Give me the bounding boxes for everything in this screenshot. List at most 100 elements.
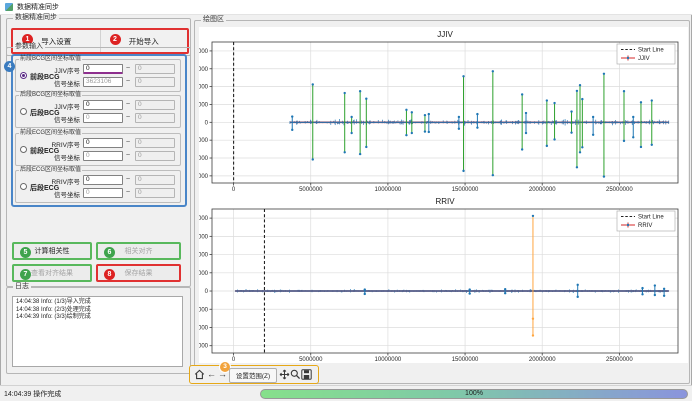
svg-text:15000000: 15000000 <box>452 187 479 193</box>
log-line: 14:04:38 Info: (2/3)处理完成 <box>16 307 179 315</box>
signal-coord-end-input[interactable] <box>135 113 175 123</box>
jjiv-index-end-input[interactable] <box>135 64 175 74</box>
param-section-front-ecg: 前段ECG区间坐标取值 前段ECG RRIV序号 ~ 信号坐标 ~ <box>15 133 181 166</box>
progress-bar: 100% <box>260 389 688 399</box>
svg-text:JJIV: JJIV <box>437 30 453 39</box>
log-line: 14:04:38 Info: (1/3)导入完成 <box>16 299 179 307</box>
view-align-result-label: 查看对齐结果 <box>31 268 73 278</box>
section-title: 后段BCG区间坐标取值 <box>19 92 82 99</box>
radio-rear-bcg[interactable] <box>20 108 27 115</box>
jjiv-index-start-input[interactable] <box>83 64 123 74</box>
row-label: RRIV序号 <box>46 139 80 149</box>
signal-coord-end-input[interactable] <box>135 77 175 87</box>
app-window: { "window": { "title": "数据精准同步" }, "left… <box>0 0 692 400</box>
params-frame: 4 前段BCG区间坐标取值 前段BCG JJIV序号 ~ 信号坐标 ~ 后段BC… <box>11 54 187 207</box>
pan-icon[interactable] <box>279 369 290 380</box>
status-bar: 14:04:39 操作完成 100% <box>0 385 692 401</box>
rriv-index-end-input[interactable] <box>135 175 175 185</box>
step-badge-7: 7 <box>20 269 31 280</box>
correlation-align-label: 相关对齐 <box>125 246 153 256</box>
log-group-label: 日志 <box>13 283 31 291</box>
radio-rear-ecg[interactable] <box>20 183 27 190</box>
range-separator: ~ <box>126 189 130 196</box>
home-icon[interactable] <box>194 369 205 380</box>
compute-correlation-label: 计算相关性 <box>35 246 70 256</box>
compute-correlation-button[interactable]: 5 计算相关性 <box>12 242 92 260</box>
status-message: 14:04:39 操作完成 <box>4 389 61 399</box>
row-label: 信号坐标 <box>46 78 80 88</box>
view-align-result-button[interactable]: 7 查看对齐结果 <box>12 264 92 282</box>
signal-coord-end-input[interactable] <box>135 151 175 161</box>
svg-text:0: 0 <box>232 357 236 363</box>
main-area: 数据精准同步 1 导入设置 2 开始导入 参数输入 4 前段BCG区间坐标取值 … <box>0 14 692 385</box>
step-badge-2: 2 <box>110 34 121 45</box>
svg-text:0: 0 <box>205 120 209 126</box>
app-icon <box>5 3 13 11</box>
plot-group: 绘图区 20000150001000050000-5000-10000-1500… <box>194 20 690 384</box>
save-icon[interactable] <box>301 369 312 380</box>
charts-svg[interactable]: 20000150001000050000-5000-10000-15000050… <box>199 27 688 363</box>
svg-text:-10000: -10000 <box>199 156 209 162</box>
svg-text:10000: 10000 <box>199 253 209 259</box>
svg-text:10000000: 10000000 <box>375 357 402 363</box>
signal-coord-start-input[interactable] <box>83 151 123 161</box>
svg-text:-15000: -15000 <box>199 174 209 180</box>
titlebar: 数据精准同步 <box>0 0 692 15</box>
log-line: 14:04:39 Info: (3/3)绘制完成 <box>16 314 179 322</box>
svg-text:25000000: 25000000 <box>606 187 633 193</box>
window-title: 数据精准同步 <box>17 2 59 12</box>
figure-canvas[interactable]: 20000150001000050000-5000-10000-15000050… <box>199 27 688 363</box>
params-group: 参数输入 4 前段BCG区间坐标取值 前段BCG JJIV序号 ~ 信号坐标 ~… <box>6 47 191 287</box>
param-section-front-bcg: 前段BCG区间坐标取值 前段BCG JJIV序号 ~ 信号坐标 ~ <box>15 59 181 92</box>
jjiv-index-end-input[interactable] <box>135 100 175 110</box>
row-label: 信号坐标 <box>46 152 80 162</box>
range-separator: ~ <box>126 152 130 159</box>
rriv-index-start-input[interactable] <box>83 175 123 185</box>
signal-coord-end-input[interactable] <box>135 188 175 198</box>
rriv-index-end-input[interactable] <box>135 138 175 148</box>
row-label: 信号坐标 <box>46 114 80 124</box>
svg-text:20000: 20000 <box>199 49 209 55</box>
svg-text:15000: 15000 <box>199 234 209 240</box>
radio-front-ecg[interactable] <box>20 146 27 153</box>
svg-text:5000000: 5000000 <box>299 357 323 363</box>
range-separator: ~ <box>126 78 130 85</box>
rriv-index-start-input[interactable] <box>83 138 123 148</box>
back-icon[interactable]: ← <box>206 369 217 380</box>
svg-text:10000000: 10000000 <box>375 187 402 193</box>
sync-group-label: 数据精准同步 <box>13 14 59 22</box>
svg-text:5000000: 5000000 <box>299 187 323 193</box>
set-range-button[interactable]: 设置范围(Z) <box>229 368 277 383</box>
svg-text:-10000: -10000 <box>199 325 209 331</box>
param-section-rear-bcg: 后段BCG区间坐标取值 后段BCG JJIV序号 ~ 信号坐标 ~ <box>15 95 181 128</box>
range-separator: ~ <box>126 101 130 108</box>
svg-text:0: 0 <box>205 289 209 295</box>
row-label: JJIV序号 <box>46 101 80 111</box>
start-import-label: 开始导入 <box>129 36 159 47</box>
svg-text:Start Line: Start Line <box>638 48 664 54</box>
param-section-rear-ecg: 后段ECG区间坐标取值 后段ECG RRIV序号 ~ 信号坐标 ~ <box>15 170 181 203</box>
signal-coord-start-input[interactable] <box>83 77 123 87</box>
section-title: 前段ECG区间坐标取值 <box>19 130 82 137</box>
save-result-button[interactable]: 8 保存结果 <box>96 264 181 282</box>
params-group-label: 参数输入 <box>13 43 45 51</box>
signal-coord-start-input[interactable] <box>83 113 123 123</box>
svg-text:JJIV: JJIV <box>638 56 650 62</box>
zoom-icon[interactable] <box>290 369 301 380</box>
jjiv-index-start-input[interactable] <box>83 100 123 110</box>
svg-text:-5000: -5000 <box>199 307 209 313</box>
svg-text:10000: 10000 <box>199 85 209 91</box>
progress-value: 100% <box>465 390 483 397</box>
svg-text:20000000: 20000000 <box>529 357 556 363</box>
radio-front-bcg[interactable] <box>20 72 27 79</box>
plot-toolbar: ← → 3 设置范围(Z) <box>189 365 319 384</box>
signal-coord-start-input[interactable] <box>83 188 123 198</box>
correlation-align-button[interactable]: 6 相关对齐 <box>96 242 181 260</box>
svg-text:-15000: -15000 <box>199 344 209 350</box>
section-title: 后段ECG区间坐标取值 <box>19 167 82 174</box>
svg-text:0: 0 <box>232 187 236 193</box>
log-list[interactable]: 14:04:38 Info: (1/3)导入完成 14:04:38 Info: … <box>12 296 183 367</box>
range-separator: ~ <box>126 114 130 121</box>
svg-text:20000: 20000 <box>199 216 209 222</box>
range-separator: ~ <box>126 139 130 146</box>
